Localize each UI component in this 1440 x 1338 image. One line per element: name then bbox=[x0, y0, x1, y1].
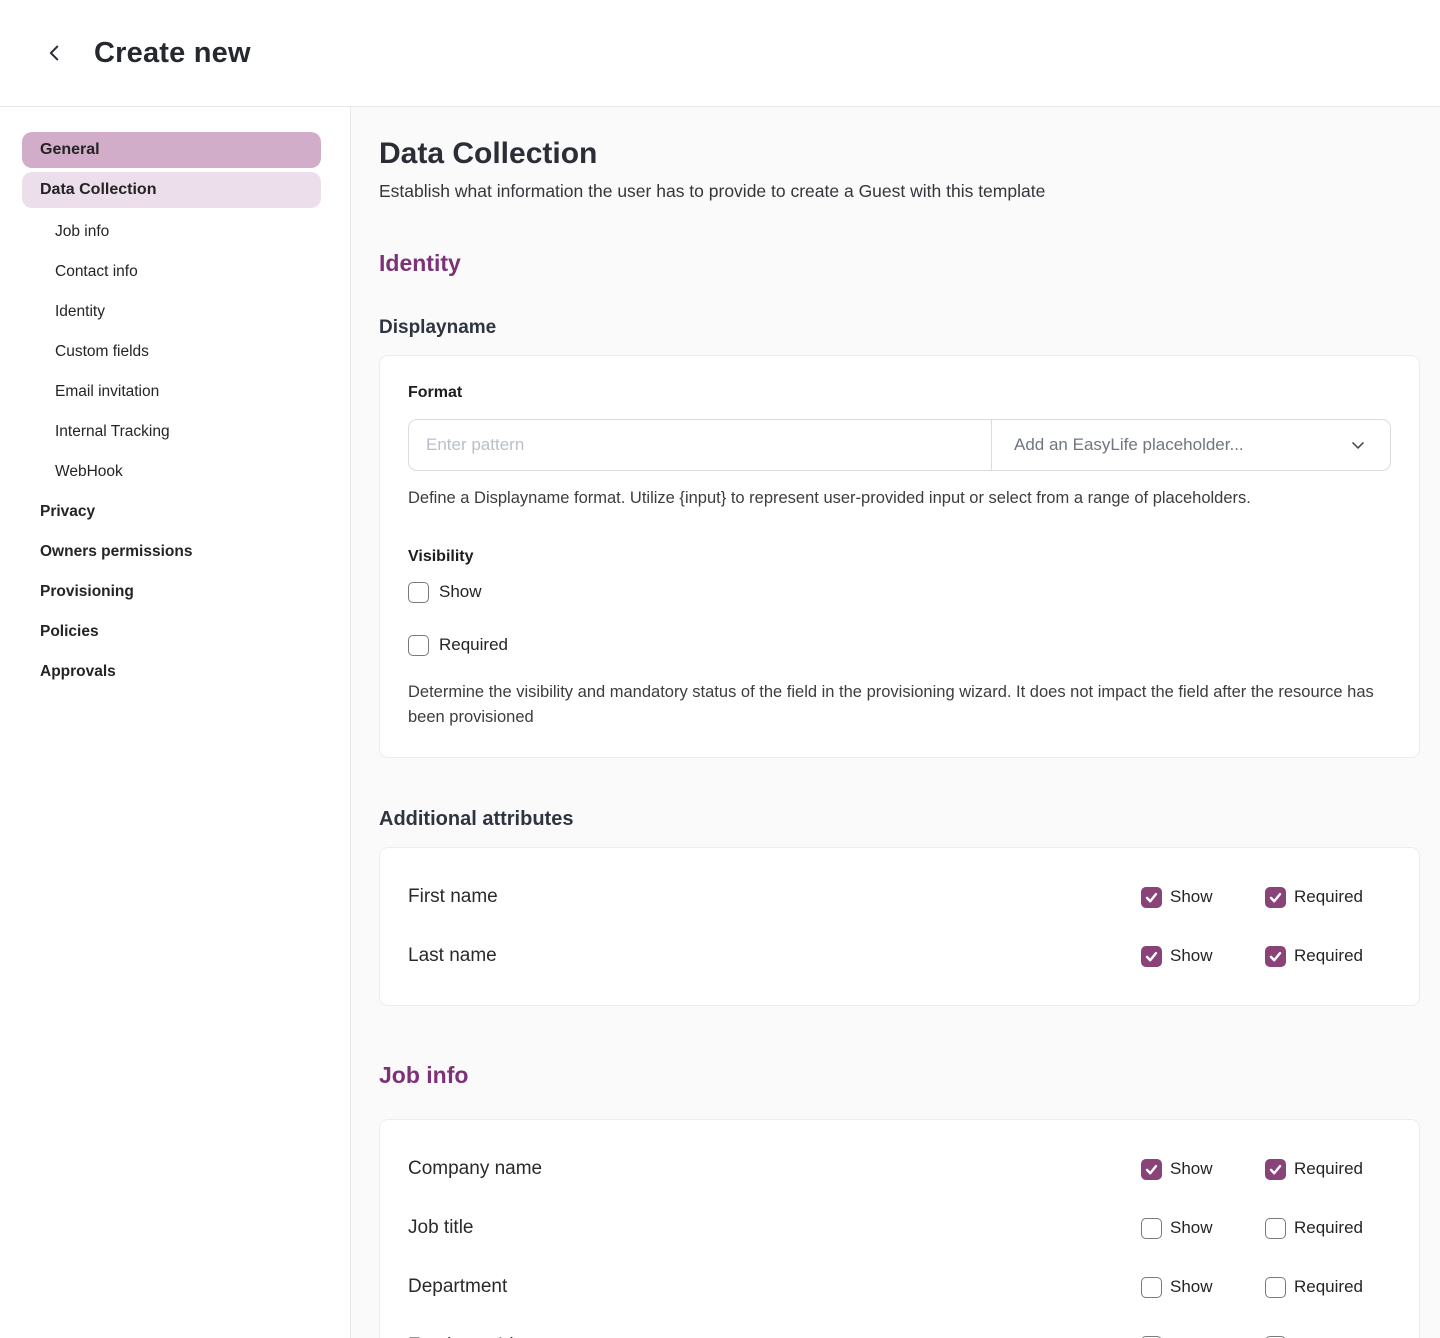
sidebar-item-email-invitation[interactable]: Email invitation bbox=[0, 372, 350, 412]
sidebar-item-contact-info[interactable]: Contact info bbox=[0, 252, 350, 292]
sidebar-item-privacy[interactable]: Privacy bbox=[0, 492, 350, 532]
required-checkbox[interactable] bbox=[1265, 1218, 1286, 1239]
sidebar-item-webhook[interactable]: WebHook bbox=[0, 452, 350, 492]
required-checkbox-label: Required bbox=[1294, 887, 1363, 907]
format-label: Format bbox=[408, 384, 1391, 402]
attribute-row-job-title: Job title Show Required bbox=[408, 1211, 1391, 1245]
pattern-input[interactable] bbox=[409, 420, 991, 470]
show-checkbox-label: Show bbox=[1170, 1277, 1213, 1297]
chevron-down-icon bbox=[1348, 435, 1368, 455]
show-checkbox-label: Show bbox=[439, 582, 482, 602]
required-checkbox-label: Required bbox=[1294, 1277, 1363, 1297]
show-checkbox-label: Show bbox=[1170, 1218, 1213, 1238]
page-title: Data Collection bbox=[379, 137, 1420, 171]
sidebar-item-provisioning[interactable]: Provisioning bbox=[0, 572, 350, 612]
attribute-row-company-name: Company name Show Required bbox=[408, 1152, 1391, 1186]
show-checkbox[interactable] bbox=[408, 582, 429, 603]
sidebar-item-identity[interactable]: Identity bbox=[0, 292, 350, 332]
required-checkbox-label: Required bbox=[1294, 1218, 1363, 1238]
app-header: Create new bbox=[0, 0, 1440, 107]
show-checkbox[interactable] bbox=[1141, 1277, 1162, 1298]
sidebar-item-custom-fields[interactable]: Custom fields bbox=[0, 332, 350, 372]
show-checkbox-label: Show bbox=[1170, 887, 1213, 907]
attribute-row-department: Department Show Required bbox=[408, 1270, 1391, 1304]
main-content: Data Collection Establish what informati… bbox=[351, 107, 1440, 1338]
attribute-label: First name bbox=[408, 886, 1141, 908]
visibility-help-text: Determine the visibility and mandatory s… bbox=[408, 680, 1391, 730]
job-info-section-heading: Job info bbox=[379, 1062, 1420, 1089]
required-checkbox[interactable] bbox=[1265, 1159, 1286, 1180]
job-info-card: Company name Show Required Job title bbox=[379, 1119, 1420, 1338]
displayname-card: Format Add an EasyLife placeholder... De… bbox=[379, 355, 1420, 758]
attribute-row-employee-id: Employee Id Show Required bbox=[408, 1329, 1391, 1338]
show-checkbox[interactable] bbox=[1141, 1159, 1162, 1180]
back-button[interactable] bbox=[38, 36, 72, 70]
attribute-label: Company name bbox=[408, 1158, 1141, 1180]
page-header-title: Create new bbox=[94, 37, 251, 70]
show-checkbox[interactable] bbox=[1141, 946, 1162, 967]
required-checkbox-label: Required bbox=[1294, 1159, 1363, 1179]
additional-attributes-heading: Additional attributes bbox=[379, 808, 1420, 831]
attribute-label: Department bbox=[408, 1276, 1141, 1298]
chevron-left-icon bbox=[44, 42, 66, 64]
sidebar-item-approvals[interactable]: Approvals bbox=[0, 652, 350, 692]
sidebar-item-owners-permissions[interactable]: Owners permissions bbox=[0, 532, 350, 572]
required-checkbox[interactable] bbox=[1265, 1277, 1286, 1298]
displayname-heading: Displayname bbox=[379, 317, 1420, 339]
visibility-label: Visibility bbox=[408, 548, 1391, 566]
sidebar-item-internal-tracking[interactable]: Internal Tracking bbox=[0, 412, 350, 452]
easylife-placeholder-dropdown[interactable]: Add an EasyLife placeholder... bbox=[991, 420, 1390, 470]
required-checkbox[interactable] bbox=[1265, 887, 1286, 908]
attribute-row-last-name: Last name Show Required bbox=[408, 939, 1391, 973]
show-checkbox-label: Show bbox=[1170, 946, 1213, 966]
sidebar-item-data-collection[interactable]: Data Collection bbox=[22, 172, 321, 208]
attribute-label: Job title bbox=[408, 1217, 1141, 1239]
attribute-row-first-name: First name Show Required bbox=[408, 880, 1391, 914]
show-checkbox[interactable] bbox=[1141, 887, 1162, 908]
sidebar: General Data Collection Job info Contact… bbox=[0, 107, 351, 1338]
sidebar-item-general[interactable]: General bbox=[22, 132, 321, 168]
sidebar-item-policies[interactable]: Policies bbox=[0, 612, 350, 652]
required-checkbox-label: Required bbox=[439, 635, 508, 655]
required-checkbox[interactable] bbox=[408, 635, 429, 656]
format-help-text: Define a Displayname format. Utilize {in… bbox=[408, 486, 1391, 511]
show-checkbox[interactable] bbox=[1141, 1218, 1162, 1239]
easylife-placeholder-dropdown-label: Add an EasyLife placeholder... bbox=[1014, 435, 1244, 455]
page-subtitle: Establish what information the user has … bbox=[379, 181, 1420, 202]
required-checkbox-label: Required bbox=[1294, 946, 1363, 966]
show-checkbox-label: Show bbox=[1170, 1159, 1213, 1179]
additional-attributes-card: First name Show Required Last name bbox=[379, 847, 1420, 1006]
required-checkbox[interactable] bbox=[1265, 946, 1286, 967]
identity-section-heading: Identity bbox=[379, 250, 1420, 277]
sidebar-item-job-info[interactable]: Job info bbox=[0, 212, 350, 252]
attribute-label: Last name bbox=[408, 945, 1141, 967]
format-combo: Add an EasyLife placeholder... bbox=[408, 419, 1391, 471]
